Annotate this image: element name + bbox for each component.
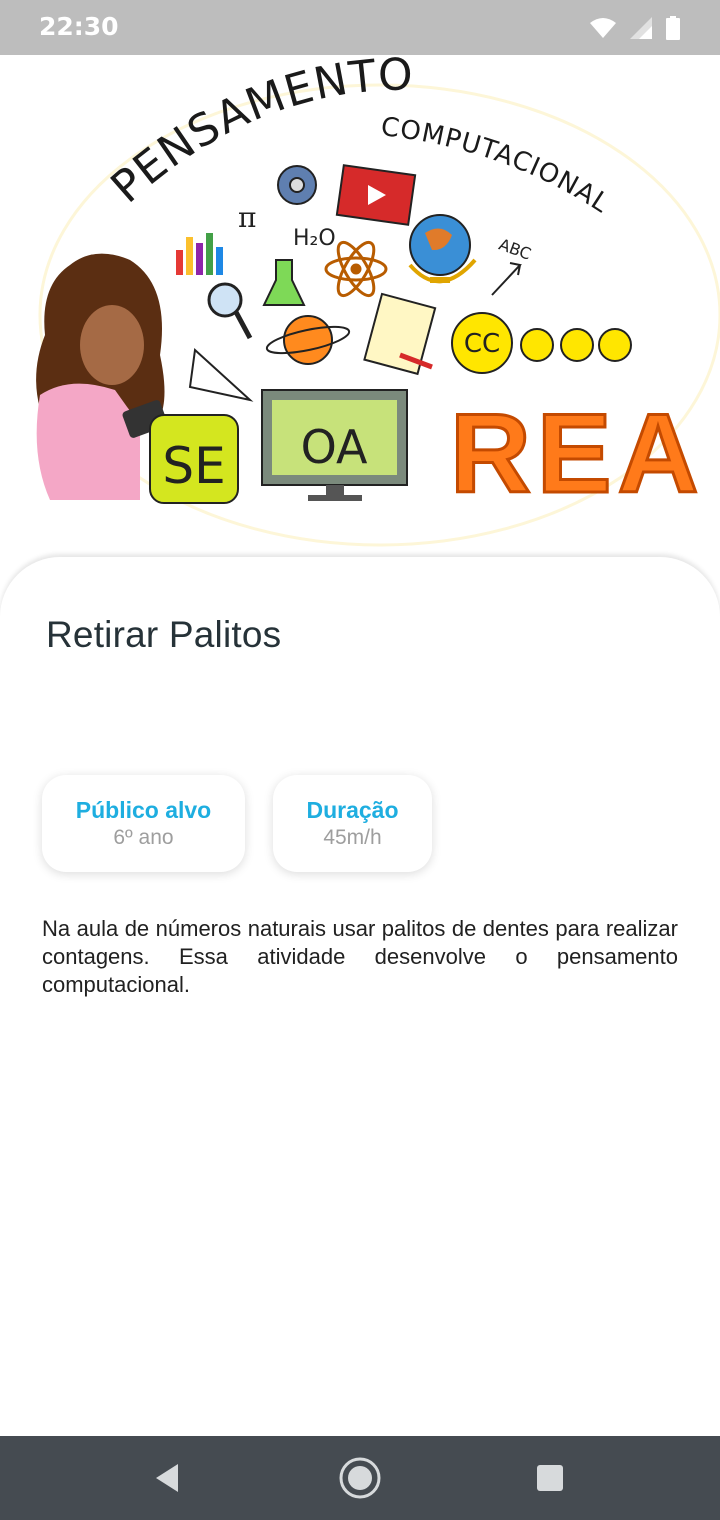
flask-icon	[262, 259, 306, 306]
bar-chart-icon	[176, 233, 223, 275]
hero-illustration: PENSAMENTO COMPUTACIONAL π H₂O ABC CC SE…	[0, 55, 720, 575]
globe-icon	[408, 214, 477, 284]
audience-label: Público alvo	[75, 797, 212, 823]
cursor-icon	[491, 262, 522, 296]
status-time: 22:30	[39, 12, 119, 41]
back-triangle-icon	[156, 1464, 178, 1492]
recents-square-icon	[537, 1465, 563, 1491]
document-icon	[363, 292, 437, 376]
teacher-illustration	[36, 253, 168, 500]
triangle-icon	[188, 347, 254, 402]
status-icons	[590, 16, 680, 40]
activity-title: Retirar Palitos	[46, 614, 282, 655]
navigation-bar	[0, 1436, 720, 1520]
cc-badge: CC	[451, 312, 513, 374]
pi-symbol: π	[238, 201, 256, 234]
back-button[interactable]	[144, 1454, 192, 1502]
recents-button[interactable]	[526, 1454, 574, 1502]
oa-monitor: OA	[261, 389, 408, 501]
cc-badge-label: CC	[464, 329, 500, 359]
audience-chip: Público alvo 6º ano	[42, 775, 245, 872]
signal-icon	[630, 17, 652, 39]
magnifier-icon	[207, 282, 253, 340]
abc-label: ABC	[496, 235, 533, 264]
non-commercial-icon	[598, 328, 632, 362]
wifi-icon	[590, 18, 616, 38]
hero-artwork: PENSAMENTO COMPUTACIONAL π H₂O ABC CC SE…	[36, 55, 720, 547]
home-button[interactable]	[336, 1454, 384, 1502]
duration-label: Duração	[306, 797, 399, 823]
planet-icon	[265, 315, 351, 365]
duration-chip: Duração 45m/h	[273, 775, 432, 872]
attribution-icon	[560, 328, 594, 362]
activity-description: Na aula de números naturais usar palitos…	[42, 916, 678, 997]
se-tile-label: SE	[162, 437, 225, 495]
oa-monitor-label: OA	[301, 420, 368, 474]
battery-icon	[666, 16, 680, 40]
audience-value: 6º ano	[113, 826, 174, 849]
duration-value: 45m/h	[323, 826, 382, 849]
se-tile: SE	[149, 414, 239, 504]
rea-label: REA	[450, 391, 704, 516]
home-circle-icon	[339, 1457, 381, 1499]
h2o-label: H₂O	[293, 226, 336, 251]
video-icon	[335, 164, 417, 226]
status-bar: 22:30	[0, 0, 720, 55]
gear-icon	[277, 165, 317, 205]
share-alike-icon	[520, 328, 554, 362]
